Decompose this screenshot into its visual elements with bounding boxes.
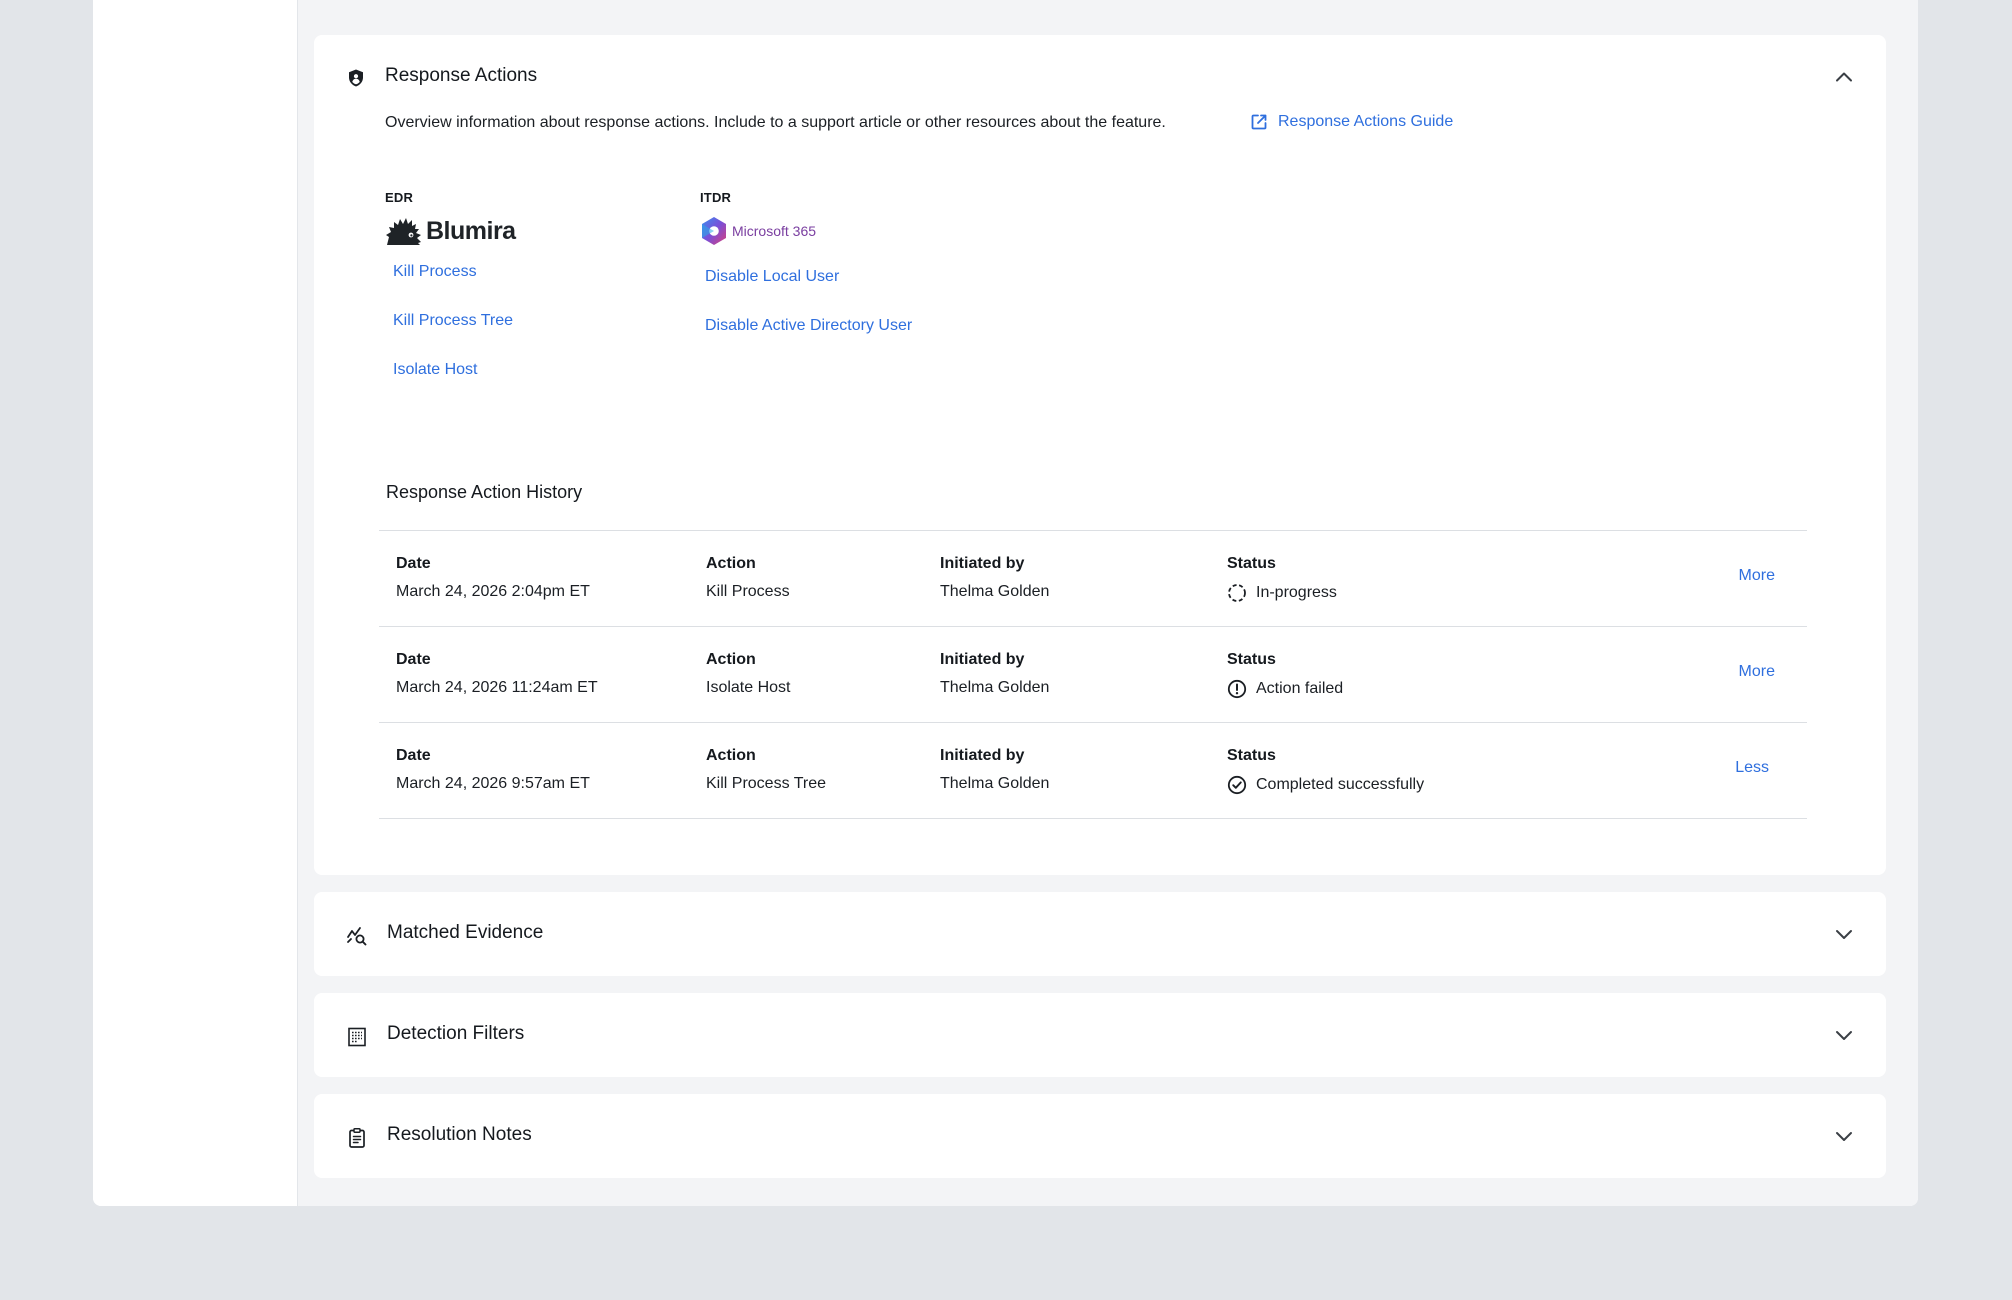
initiated-value: Thelma Golden — [940, 583, 1050, 600]
edr-label: EDR — [385, 190, 414, 205]
table-row: Date March 24, 2026 2:04pm ET Action Kil… — [379, 530, 1807, 626]
date-cell: Date March 24, 2026 11:24am ET — [396, 651, 598, 697]
date-cell: Date March 24, 2026 9:57am ET — [396, 747, 590, 793]
microsoft-365-logo: Microsoft 365 — [700, 213, 912, 249]
resolution-notes-panel[interactable]: Resolution Notes — [314, 1094, 1886, 1178]
detection-filters-panel[interactable]: Detection Filters — [314, 993, 1886, 1077]
date-value: March 24, 2026 2:04pm ET — [396, 583, 590, 600]
microsoft-365-icon — [700, 216, 728, 246]
microsoft-365-wordmark: Microsoft 365 — [732, 223, 817, 239]
date-header: Date — [396, 555, 431, 572]
chevron-down-icon[interactable] — [1833, 1024, 1855, 1046]
initiated-value: Thelma Golden — [940, 775, 1050, 792]
matched-evidence-panel[interactable]: Matched Evidence — [314, 892, 1886, 976]
status-value: In-progress — [1227, 583, 1337, 603]
resolution-notes-title: Resolution Notes — [387, 1124, 532, 1145]
sidebar — [93, 0, 298, 1206]
matched-evidence-title: Matched Evidence — [387, 922, 544, 943]
date-header: Date — [396, 747, 431, 764]
action-cell: Action Kill Process — [706, 555, 790, 601]
status-value: Completed successfully — [1227, 775, 1424, 795]
app-shell: Response Actions Overview information ab… — [93, 0, 1918, 1206]
action-header: Action — [706, 651, 756, 668]
blumira-hedgehog-icon — [385, 215, 423, 247]
status-text: Action failed — [1256, 680, 1344, 697]
action-disable-ad-user[interactable]: Disable Active Directory User — [705, 317, 912, 335]
row-more-button[interactable]: More — [1739, 663, 1775, 681]
action-value: Kill Process Tree — [706, 775, 827, 792]
initiated-cell: Initiated by Thelma Golden — [940, 651, 1049, 697]
action-disable-local-user[interactable]: Disable Local User — [705, 268, 912, 286]
table-row: Date March 24, 2026 9:57am ET Action Kil… — [379, 722, 1807, 819]
spinner-icon — [1227, 583, 1247, 603]
action-cell: Action Isolate Host — [706, 651, 790, 697]
action-header: Action — [706, 747, 756, 764]
status-value: Action failed — [1227, 679, 1343, 699]
initiated-cell: Initiated by Thelma Golden — [940, 747, 1049, 793]
chevron-down-icon[interactable] — [1833, 923, 1855, 945]
action-kill-process-tree[interactable]: Kill Process Tree — [393, 312, 516, 330]
itdr-column: ITDR Microsoft 365 Disable Local User Di… — [700, 190, 912, 335]
external-link-icon — [1249, 112, 1269, 132]
action-value: Isolate Host — [706, 679, 791, 696]
row-more-button[interactable]: More — [1739, 567, 1775, 585]
filter-list-icon — [346, 1026, 366, 1047]
action-kill-process[interactable]: Kill Process — [393, 263, 516, 281]
response-actions-title: Response Actions — [385, 65, 538, 86]
itdr-label: ITDR — [700, 190, 732, 205]
status-cell: Status In-progress — [1227, 555, 1337, 603]
main-content: Response Actions Overview information ab… — [298, 0, 1918, 1206]
shield-icon — [346, 68, 366, 88]
initiated-cell: Initiated by Thelma Golden — [940, 555, 1049, 601]
initiated-header: Initiated by — [940, 747, 1025, 764]
action-isolate-host[interactable]: Isolate Host — [393, 361, 516, 379]
response-actions-guide-link[interactable]: Response Actions Guide — [1249, 112, 1453, 132]
status-cell: Status Completed successfully — [1227, 747, 1424, 795]
chevron-up-icon[interactable] — [1833, 66, 1855, 88]
check-circle-icon — [1227, 775, 1247, 795]
date-cell: Date March 24, 2026 2:04pm ET — [396, 555, 590, 601]
history-title: Response Action History — [386, 482, 583, 502]
chevron-down-icon[interactable] — [1833, 1125, 1855, 1147]
response-actions-header[interactable]: Response Actions — [314, 35, 1886, 121]
history-table: Date March 24, 2026 2:04pm ET Action Kil… — [379, 530, 1807, 819]
clipboard-icon — [346, 1127, 366, 1148]
detection-filters-header[interactable]: Detection Filters — [314, 993, 1886, 1077]
response-actions-intro: Overview information about response acti… — [385, 114, 1166, 131]
date-value: March 24, 2026 11:24am ET — [396, 679, 598, 696]
response-actions-panel: Response Actions Overview information ab… — [314, 35, 1886, 875]
row-less-button[interactable]: Less — [1735, 759, 1769, 777]
initiated-value: Thelma Golden — [940, 679, 1050, 696]
initiated-header: Initiated by — [940, 555, 1025, 572]
date-header: Date — [396, 651, 431, 668]
blumira-logo: Blumira — [385, 213, 516, 249]
status-header: Status — [1227, 651, 1276, 668]
initiated-header: Initiated by — [940, 651, 1025, 668]
action-header: Action — [706, 555, 756, 572]
matched-evidence-header[interactable]: Matched Evidence — [314, 892, 1886, 976]
guide-link-label: Response Actions Guide — [1278, 113, 1454, 130]
alert-circle-icon — [1227, 679, 1247, 699]
action-cell: Action Kill Process Tree — [706, 747, 826, 793]
date-value: March 24, 2026 9:57am ET — [396, 775, 590, 792]
detection-filters-title: Detection Filters — [387, 1023, 525, 1044]
chart-search-icon — [346, 925, 367, 946]
status-header: Status — [1227, 555, 1276, 572]
blumira-wordmark: Blumira — [426, 216, 516, 245]
action-value: Kill Process — [706, 583, 790, 600]
status-text: In-progress — [1256, 584, 1337, 601]
table-row: Date March 24, 2026 11:24am ET Action Is… — [379, 626, 1807, 722]
status-text: Completed successfully — [1256, 776, 1425, 793]
status-cell: Status Action failed — [1227, 651, 1343, 699]
edr-column: EDR Blumira Kill Process Kill Process Tr… — [385, 190, 516, 379]
status-header: Status — [1227, 747, 1276, 764]
resolution-notes-header[interactable]: Resolution Notes — [314, 1094, 1886, 1178]
